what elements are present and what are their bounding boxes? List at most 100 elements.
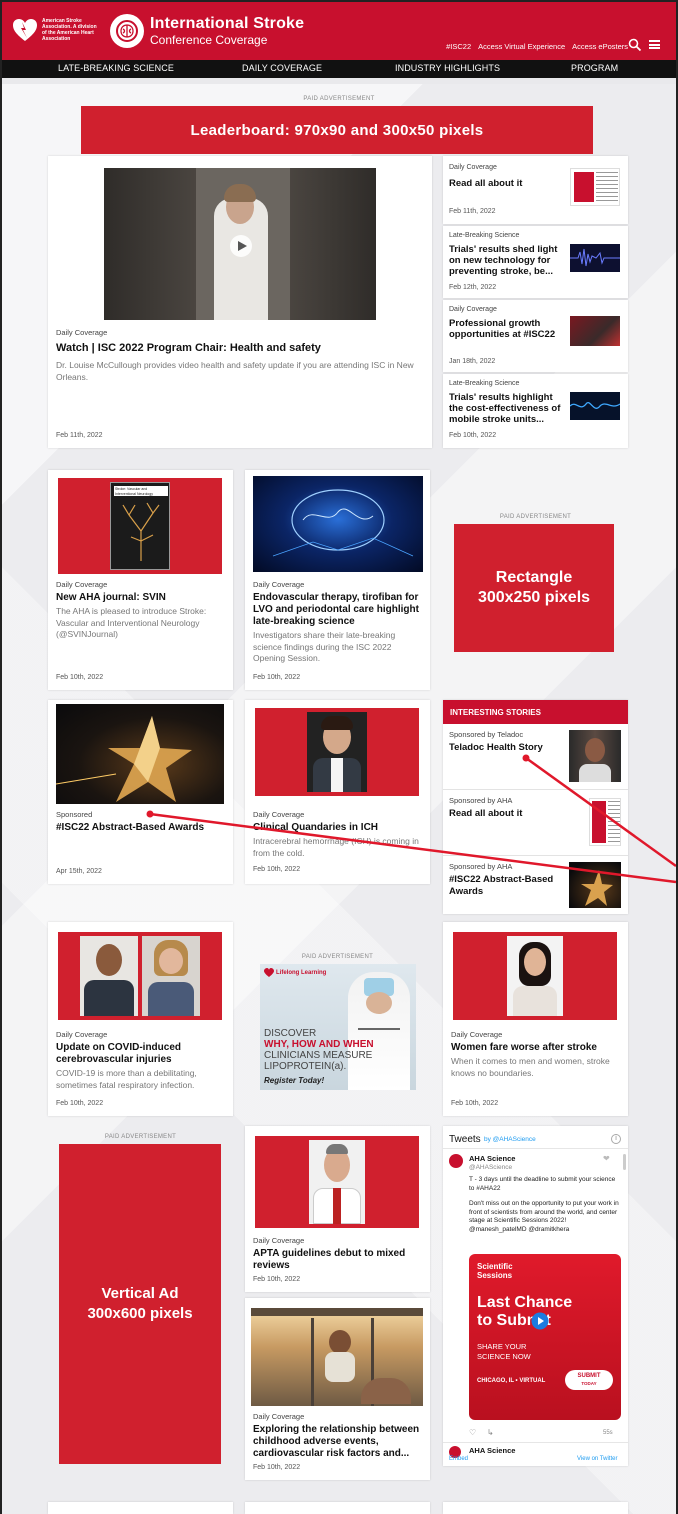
aha-logo-text: American Stroke Association. A division …	[42, 18, 97, 42]
article-title[interactable]: Exploring the relationship between child…	[253, 1424, 427, 1460]
sidebar-story-title[interactable]: Professional growth opportunities at #IS…	[449, 318, 559, 340]
vertical-ad-line2: 300x600 pixels	[87, 1305, 193, 1322]
nav-late-breaking-science[interactable]: LATE-BREAKING SCIENCE	[58, 63, 174, 73]
isc-logo[interactable]	[110, 14, 144, 48]
hamburger-menu-icon[interactable]	[649, 40, 660, 49]
interesting-story-item[interactable]: Sponsored by Teladoc Teladoc Health Stor…	[443, 724, 628, 790]
info-icon[interactable]: i	[611, 1134, 621, 1144]
play-icon[interactable]	[229, 234, 253, 258]
article-card-childhood[interactable]: Daily Coverage Exploring the relationshi…	[245, 1298, 430, 1480]
nav-daily-coverage[interactable]: DAILY COVERAGE	[242, 63, 322, 73]
nav-industry-highlights[interactable]: INDUSTRY HIGHLIGHTS	[395, 63, 500, 73]
promo-submit-label: SUBMIT	[577, 1373, 601, 1379]
article-card-awards[interactable]: Sponsored #ISC22 Abstract-Based Awards A…	[48, 700, 233, 884]
article-description: The AHA is pleased to introduce Stroke: …	[56, 606, 207, 639]
article-title[interactable]: Clinical Quandaries in ICH	[253, 822, 378, 834]
interesting-story-title[interactable]: Read all about it	[449, 808, 522, 820]
tweet-text-1: T - 3 days until the deadline to submit …	[469, 1176, 616, 1192]
lifelong-learning-ad[interactable]: Lifelong Learning DISCOVER WHY, HOW AND …	[260, 964, 416, 1090]
sidebar-story-title[interactable]: Read all about it	[449, 178, 567, 189]
article-date: Feb 10th, 2022	[56, 674, 104, 681]
article-description: COVID-19 is more than a debilitating, so…	[56, 1068, 197, 1090]
featured-date: Feb 11th, 2022	[56, 432, 103, 439]
article-card-stub[interactable]	[48, 1502, 233, 1514]
star-award-thumbnail	[56, 704, 224, 804]
rectangle-ad-line2: 300x250 pixels	[477, 589, 591, 606]
tweet-handle[interactable]: @AHAScience	[469, 1164, 512, 1171]
tweet-author[interactable]: AHA Science	[469, 1446, 515, 1455]
avatar[interactable]	[449, 1154, 463, 1168]
article-title[interactable]: Update on COVID-induced cerebrovascular …	[56, 1042, 226, 1066]
article-title[interactable]: APTA guidelines debut to mixed reviews	[253, 1248, 425, 1272]
view-on-twitter-link[interactable]: View on Twitter	[577, 1456, 617, 1462]
article-category: Daily Coverage	[253, 580, 305, 589]
article-title[interactable]: Endovascular therapy, tirofiban for LVO …	[253, 592, 425, 628]
rectangle-ad-line1: Rectangle	[495, 569, 573, 586]
article-card-women-stroke[interactable]: Daily Coverage Women fare worse after st…	[443, 922, 628, 1116]
header-link-eposters[interactable]: Access ePosters	[572, 42, 628, 51]
ad-line1: DISCOVER	[264, 1028, 317, 1039]
article-description: When it comes to men and women, stroke k…	[451, 1056, 610, 1078]
scrollbar[interactable]	[623, 1154, 626, 1170]
sidebar-story-title[interactable]: Trials' results highlight the cost-effec…	[449, 392, 567, 425]
article-card-stub[interactable]	[245, 1502, 430, 1514]
waveform-thumbnail	[570, 244, 620, 272]
article-title[interactable]: #ISC22 Abstract-Based Awards	[56, 822, 204, 834]
header-link-virtual[interactable]: Access Virtual Experience	[478, 42, 565, 51]
article-date: Apr 15th, 2022	[56, 868, 102, 875]
brain-icon	[116, 20, 138, 42]
article-card-endovascular[interactable]: Daily Coverage Endovascular therapy, tir…	[245, 470, 430, 690]
article-card-apta[interactable]: Daily Coverage APTA guidelines debut to …	[245, 1126, 430, 1292]
interesting-story-title[interactable]: #ISC22 Abstract-Based Awards	[449, 874, 567, 898]
site-title[interactable]: International Stroke	[150, 15, 304, 33]
article-title[interactable]: New AHA journal: SVIN	[56, 592, 166, 604]
article-date: Feb 10th, 2022	[253, 1276, 301, 1283]
vertical-ad[interactable]: Vertical Ad 300x600 pixels	[59, 1144, 221, 1464]
ad-cta[interactable]: Register Today!	[264, 1076, 324, 1085]
article-title[interactable]: Women fare worse after stroke	[451, 1042, 597, 1054]
interesting-stories-panel: INTERESTING STORIES Sponsored by Teladoc…	[443, 700, 628, 914]
sidebar-story-1[interactable]: Daily Coverage Read all about it Feb 11t…	[443, 156, 628, 224]
sidebar-story-3[interactable]: Daily Coverage Professional growth oppor…	[443, 300, 628, 372]
tweets-by-link[interactable]: by @AHAScience	[484, 1136, 536, 1143]
article-card-covid[interactable]: Daily Coverage Update on COVID-induced c…	[48, 922, 233, 1116]
featured-video-thumbnail[interactable]	[104, 168, 376, 320]
article-category: Daily Coverage	[56, 580, 108, 589]
search-icon[interactable]	[628, 38, 642, 52]
interesting-story-title[interactable]: Teladoc Health Story	[449, 742, 543, 754]
leaderboard-ad[interactable]: Leaderboard: 970x90 and 300x50 pixels	[81, 106, 593, 154]
featured-title[interactable]: Watch | ISC 2022 Program Chair: Health a…	[56, 342, 321, 354]
article-card-ich[interactable]: Daily Coverage Clinical Quandaries in IC…	[245, 700, 430, 884]
featured-article-card[interactable]: Daily Coverage Watch | ISC 2022 Program …	[48, 156, 432, 448]
header-link-isc22[interactable]: #ISC22	[446, 42, 471, 51]
aha-heart-icon	[264, 968, 274, 977]
sidebar-story-2[interactable]: Late-Breaking Science Trials' results sh…	[443, 226, 628, 298]
tweet-author[interactable]: AHA Science	[469, 1154, 515, 1163]
sidebar-story-title[interactable]: Trials' results shed light on new techno…	[449, 244, 567, 277]
article-card-svin[interactable]: Stroke: Vascular and Interventional Neur…	[48, 470, 233, 690]
ad-line4: LIPOPROTEIN(a).	[264, 1061, 347, 1072]
promo-submit-button[interactable]: SUBMIT TODAY	[565, 1370, 613, 1390]
share-icon[interactable]: ↳	[487, 1428, 494, 1437]
twitter-timeline-widget: Tweets by @AHAScience i AHA Science @AHA…	[443, 1126, 628, 1466]
interesting-story-item[interactable]: Sponsored by AHA Read all about it	[443, 790, 628, 856]
paid-advertisement-label: PAID ADVERTISEMENT	[301, 954, 374, 960]
nav-program[interactable]: PROGRAM	[571, 63, 618, 73]
article-description: Intracerebral hemorrhage (ICH) is coming…	[253, 836, 419, 858]
aha-logo[interactable]: American Stroke Association. A division …	[12, 16, 102, 46]
article-category: Daily Coverage	[253, 1236, 305, 1245]
rectangle-ad[interactable]: Rectangle 300x250 pixels	[454, 524, 614, 652]
tweet-promo-image[interactable]: Scientific Sessions Last Chance to Submi…	[469, 1254, 621, 1420]
play-icon[interactable]	[531, 1312, 549, 1330]
interesting-story-item[interactable]: Sponsored by AHA #ISC22 Abstract-Based A…	[443, 856, 628, 914]
article-card-stub[interactable]	[443, 1502, 628, 1514]
aha-heart-torch-icon	[13, 19, 37, 41]
sidebar-story-4[interactable]: Late-Breaking Science Trials' results hi…	[443, 374, 628, 448]
embed-link[interactable]: Embed	[449, 1456, 468, 1462]
star-award-thumbnail	[569, 862, 621, 908]
promo-line1: Last Chance	[477, 1294, 573, 1311]
article-date: Feb 10th, 2022	[253, 866, 301, 873]
article-category: Daily Coverage	[253, 1412, 305, 1421]
site-header: American Stroke Association. A division …	[2, 2, 676, 60]
like-icon[interactable]: ♡	[469, 1428, 476, 1437]
